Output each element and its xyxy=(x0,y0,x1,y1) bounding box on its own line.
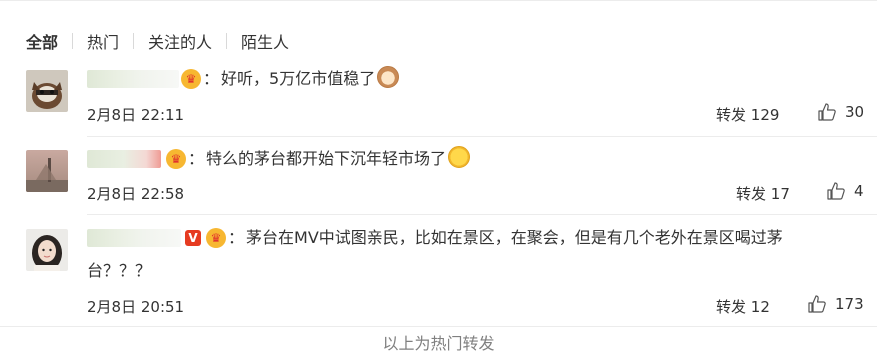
comment-time: 2月8日 20:51 xyxy=(87,298,185,316)
comment-content: 好听，5万亿市值稳了 xyxy=(221,69,376,88)
tab-following[interactable]: 关注的人 xyxy=(148,29,212,53)
repost-label: 转发 xyxy=(716,298,747,316)
like-count: 173 xyxy=(835,295,864,313)
verified-v-icon: V xyxy=(185,230,201,246)
username-blurred[interactable] xyxy=(87,150,161,168)
laughing-tears-emoji-icon xyxy=(448,146,471,168)
divider xyxy=(87,136,877,137)
thumbs-up-icon xyxy=(818,103,836,121)
thumbs-up-icon xyxy=(827,182,845,200)
comment-text: ：特么的茅台都开始下沉年轻市场了 xyxy=(188,143,471,175)
tab-separator xyxy=(226,33,228,49)
like-button[interactable]: 4 xyxy=(826,181,864,201)
repost-count: 129 xyxy=(750,106,780,124)
like-count: 30 xyxy=(845,103,865,121)
comment-time: 2月8日 22:58 xyxy=(87,185,185,203)
tab-separator xyxy=(133,33,135,49)
avatar[interactable] xyxy=(26,229,68,271)
repost-button[interactable]: 转发 17 xyxy=(736,183,790,204)
tab-strangers[interactable]: 陌生人 xyxy=(241,29,289,53)
comment-content: 特么的茅台都开始下沉年轻市场了 xyxy=(206,149,447,168)
tab-hot[interactable]: 热门 xyxy=(87,29,119,53)
username-blurred[interactable] xyxy=(87,229,181,247)
repost-count: 12 xyxy=(750,298,770,316)
comment-filter-tabs: 全部 热门 关注的人 陌生人 xyxy=(26,30,289,52)
thumbs-up-icon xyxy=(808,295,826,313)
comment-text-line2: 台？？？ xyxy=(87,261,152,280)
repost-count: 17 xyxy=(770,185,790,203)
comment-content-line1: 茅台在MV中试图亲民，比如在景区，在聚会，但是有几个老外在景区喝过茅 xyxy=(246,228,783,247)
divider xyxy=(87,214,877,215)
top-border xyxy=(0,0,877,1)
comment-text: ：茅台在MV中试图亲民，比如在景区，在聚会，但是有几个老外在景区喝过茅 xyxy=(228,228,783,247)
like-button[interactable]: 173 xyxy=(807,294,864,314)
like-button[interactable]: 30 xyxy=(817,102,864,122)
tab-separator xyxy=(72,33,74,49)
repost-button[interactable]: 转发 129 xyxy=(716,104,779,125)
repost-button[interactable]: 转发 12 xyxy=(716,296,770,317)
like-count: 4 xyxy=(854,182,864,200)
fan-badge-icon: ♛ xyxy=(206,228,226,248)
comment-time: 2月8日 22:11 xyxy=(87,106,185,124)
avatar[interactable] xyxy=(26,150,68,192)
hot-reposts-footer: 以上为热门转发 xyxy=(382,334,495,353)
avatar[interactable] xyxy=(26,70,68,112)
divider xyxy=(0,326,877,327)
fan-badge-icon: ♛ xyxy=(181,69,201,89)
username-blurred[interactable] xyxy=(87,70,179,88)
repost-label: 转发 xyxy=(736,185,767,203)
repost-label: 转发 xyxy=(716,106,747,124)
comment-text: ：好听，5万亿市值稳了 xyxy=(203,63,400,95)
monkey-face-emoji-icon xyxy=(377,66,400,88)
fan-badge-icon: ♛ xyxy=(166,149,186,169)
tab-all[interactable]: 全部 xyxy=(26,29,58,53)
